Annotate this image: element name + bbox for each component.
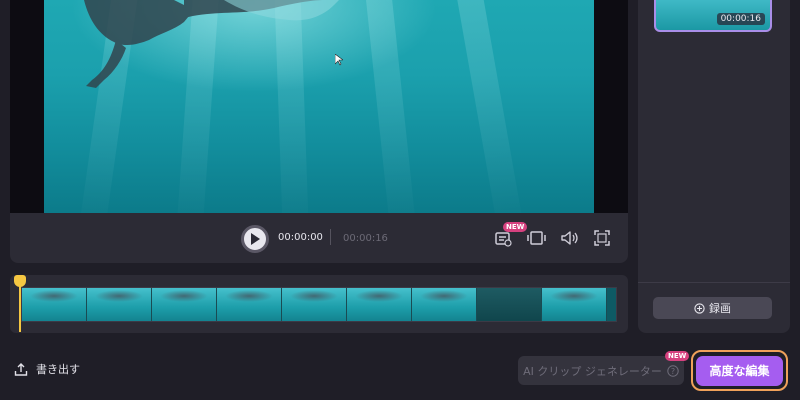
fullscreen-icon <box>594 230 610 246</box>
export-button[interactable]: 書き出す <box>14 361 80 377</box>
clip-thumbnail <box>217 288 282 321</box>
clip-filmstrip[interactable] <box>21 287 617 322</box>
mouse-cursor <box>335 54 343 66</box>
play-button[interactable] <box>241 225 269 253</box>
current-time: 00:00:00 <box>278 232 323 243</box>
media-clip-thumbnail[interactable]: 00:00:16 <box>654 0 772 32</box>
new-badge: NEW <box>503 222 528 232</box>
new-badge: NEW <box>665 351 690 361</box>
captions-button[interactable]: NEW <box>494 222 528 247</box>
clip-thumbnail <box>282 288 347 321</box>
advanced-edit-button-outline[interactable]: 高度な編集 <box>691 350 788 391</box>
clip-thumbnail <box>542 288 607 321</box>
plus-circle-icon <box>694 302 705 314</box>
ai-clip-generator-button[interactable]: AI クリップ ジェネレーター ? NEW <box>518 351 690 385</box>
media-side-panel: 00:00:16 録画 <box>638 0 790 333</box>
help-circle-icon: ? <box>667 364 679 377</box>
record-button[interactable]: 録画 <box>653 297 772 319</box>
time-divider <box>330 229 331 245</box>
playhead[interactable] <box>19 280 21 332</box>
ai-clip-generator-label: AI クリップ ジェネレーター <box>523 364 662 378</box>
clip-thumbnail <box>347 288 412 321</box>
video-preview[interactable] <box>44 0 594 213</box>
diver-silhouette <box>84 0 339 88</box>
aspect-ratio-icon <box>527 231 546 245</box>
advanced-edit-button[interactable]: 高度な編集 <box>696 355 783 386</box>
svg-text:?: ? <box>671 367 675 376</box>
upload-icon <box>14 362 28 376</box>
play-icon <box>251 233 260 245</box>
clip-duration: 00:00:16 <box>716 13 765 25</box>
playback-controls: 00:00:00 00:00:16 NEW <box>10 213 628 263</box>
total-time: 00:00:16 <box>343 233 388 244</box>
clip-thumbnail <box>22 288 87 321</box>
timeline[interactable] <box>10 275 628 333</box>
clip-thumbnail <box>477 288 542 321</box>
volume-button[interactable] <box>560 229 580 247</box>
clip-thumbnail <box>87 288 152 321</box>
record-label: 録画 <box>709 302 731 315</box>
export-label: 書き出す <box>36 363 80 376</box>
panel-divider <box>638 282 790 283</box>
volume-icon <box>561 231 578 245</box>
aspect-ratio-button[interactable] <box>527 229 547 247</box>
clip-thumbnail <box>412 288 477 321</box>
video-player: 00:00:00 00:00:16 NEW <box>10 0 628 263</box>
clip-thumbnail <box>152 288 217 321</box>
fullscreen-button[interactable] <box>593 229 613 247</box>
